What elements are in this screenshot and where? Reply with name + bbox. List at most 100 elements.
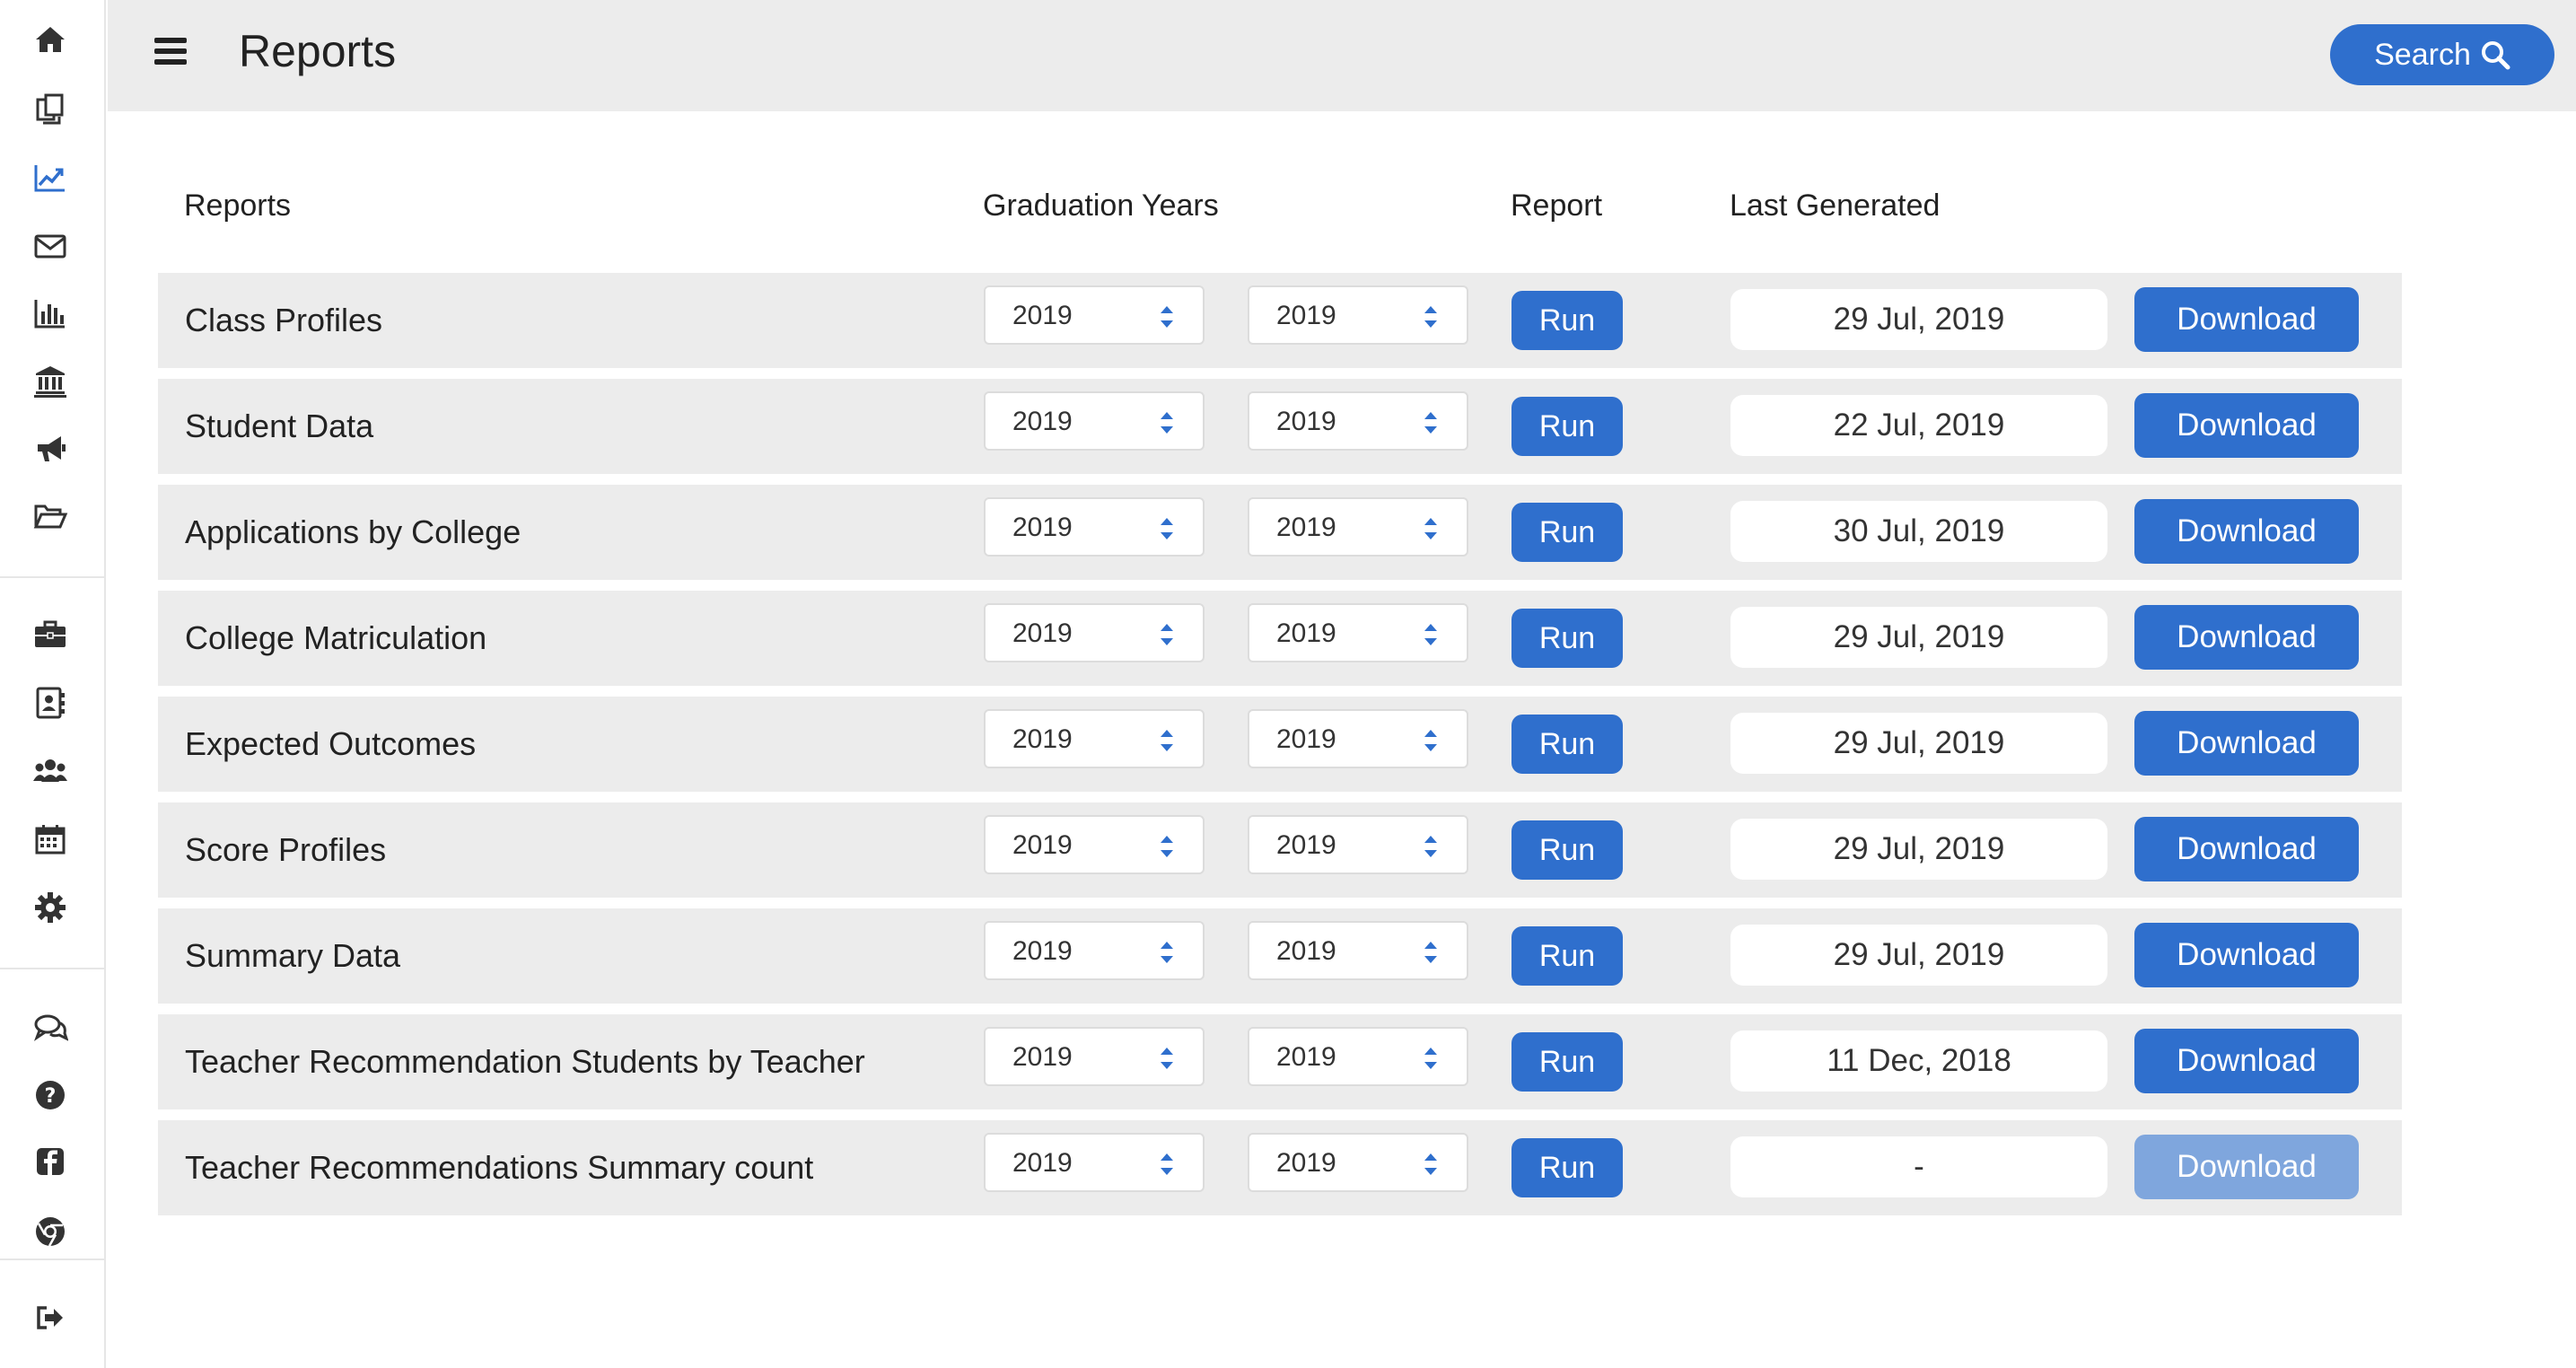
svg-text:?: ? <box>45 1085 57 1108</box>
calendar-icon[interactable] <box>27 816 74 863</box>
download-button[interactable]: Download <box>2134 287 2359 352</box>
download-button[interactable]: Download <box>2134 605 2359 670</box>
run-button[interactable]: Run <box>1511 820 1623 880</box>
download-button[interactable]: Download <box>2134 499 2359 564</box>
select-arrows-icon <box>1161 412 1173 434</box>
column-header-last-generated: Last Generated <box>1730 189 1941 223</box>
home-icon[interactable] <box>27 16 74 63</box>
table-row: Student Data 2019 2019 Run 22 Jul, 2019 Downl… <box>158 379 2402 474</box>
table-row: Expected Outcomes 2019 2019 Run 29 Jul, 2019… <box>158 697 2402 792</box>
select-arrows-icon <box>1161 1048 1173 1069</box>
graduation-year-from-select[interactable]: 2019 <box>984 603 1205 662</box>
select-arrows-icon <box>1424 412 1437 434</box>
last-generated-date: 29 Jul, 2019 <box>1730 819 2107 880</box>
graduation-year-to-select[interactable]: 2019 <box>1248 815 1468 874</box>
graduation-year-to-select[interactable]: 2019 <box>1248 497 1468 557</box>
selected-year: 2019 <box>1276 301 1336 330</box>
report-name: Score Profiles <box>185 831 387 868</box>
selected-year: 2019 <box>1276 724 1336 754</box>
run-button[interactable]: Run <box>1511 926 1623 986</box>
table-row: Class Profiles 2019 2019 Run 29 Jul, 2019 Dow… <box>158 273 2402 368</box>
bar-chart-icon[interactable] <box>27 290 74 337</box>
address-book-icon[interactable] <box>27 680 74 726</box>
selected-year: 2019 <box>1012 618 1073 648</box>
comments-icon[interactable] <box>27 1004 74 1051</box>
search-button[interactable]: Search <box>2330 24 2554 85</box>
bullhorn-icon[interactable] <box>27 425 74 472</box>
graduation-year-from-select[interactable]: 2019 <box>984 391 1205 451</box>
graduation-year-to-select[interactable]: 2019 <box>1248 1133 1468 1192</box>
briefcase-icon[interactable] <box>27 611 74 658</box>
chrome-icon[interactable] <box>27 1208 74 1255</box>
sign-out-icon[interactable] <box>27 1294 74 1341</box>
select-arrows-icon <box>1424 836 1437 857</box>
last-generated-date: 30 Jul, 2019 <box>1730 501 2107 562</box>
select-arrows-icon <box>1161 518 1173 539</box>
graduation-year-from-select[interactable]: 2019 <box>984 1133 1205 1192</box>
run-button[interactable]: Run <box>1511 715 1623 774</box>
select-arrows-icon <box>1161 306 1173 328</box>
select-arrows-icon <box>1161 730 1173 751</box>
question-circle-icon[interactable]: ? <box>27 1072 74 1118</box>
table-row: Applications by College 2019 2019 Run 30 Jul… <box>158 485 2402 580</box>
run-button[interactable]: Run <box>1511 291 1623 350</box>
run-button[interactable]: Run <box>1511 1032 1623 1092</box>
last-generated-date: 29 Jul, 2019 <box>1730 607 2107 668</box>
table-header: Reports Graduation Years Report Last Gen… <box>0 189 2576 242</box>
last-generated-date: - <box>1730 1136 2107 1197</box>
select-arrows-icon <box>1161 624 1173 645</box>
folder-open-icon[interactable] <box>27 494 74 540</box>
download-button[interactable]: Download <box>2134 923 2359 987</box>
graduation-year-from-select[interactable]: 2019 <box>984 1027 1205 1086</box>
column-header-reports: Reports <box>184 189 292 223</box>
institution-icon[interactable] <box>27 358 74 405</box>
selected-year: 2019 <box>1012 1148 1073 1178</box>
report-name: Class Profiles <box>185 302 383 338</box>
download-button[interactable]: Download <box>2134 1029 2359 1093</box>
report-name: Teacher Recommendation Students by Teach… <box>185 1043 865 1080</box>
last-generated-date: 11 Dec, 2018 <box>1730 1030 2107 1092</box>
selected-year: 2019 <box>1276 936 1336 966</box>
run-button[interactable]: Run <box>1511 503 1623 562</box>
graduation-year-to-select[interactable]: 2019 <box>1248 921 1468 980</box>
download-button[interactable]: Download <box>2134 817 2359 881</box>
table-row: Teacher Recommendation Students by Teach… <box>158 1014 2402 1109</box>
graduation-year-from-select[interactable]: 2019 <box>984 285 1205 345</box>
select-arrows-icon <box>1161 1153 1173 1175</box>
report-name: Applications by College <box>185 513 521 550</box>
report-name: Student Data <box>185 408 374 444</box>
graduation-year-to-select[interactable]: 2019 <box>1248 603 1468 662</box>
run-button[interactable]: Run <box>1511 609 1623 668</box>
graduation-year-from-select[interactable]: 2019 <box>984 815 1205 874</box>
selected-year: 2019 <box>1012 1042 1073 1072</box>
table-row: Summary Data 2019 2019 Run 29 Jul, 2019 Downl… <box>158 908 2402 1004</box>
select-arrows-icon <box>1161 836 1173 857</box>
graduation-year-from-select[interactable]: 2019 <box>984 497 1205 557</box>
table-row: Score Profiles 2019 2019 Run 29 Jul, 2019 Dow… <box>158 802 2402 898</box>
select-arrows-icon <box>1424 624 1437 645</box>
graduation-year-from-select[interactable]: 2019 <box>984 921 1205 980</box>
table-row: College Matriculation 2019 2019 Run 29 Jul, … <box>158 591 2402 686</box>
select-arrows-icon <box>1424 1153 1437 1175</box>
select-arrows-icon <box>1424 518 1437 539</box>
graduation-year-to-select[interactable]: 2019 <box>1248 285 1468 345</box>
selected-year: 2019 <box>1012 724 1073 754</box>
hamburger-menu-icon[interactable] <box>154 38 190 74</box>
download-button[interactable]: Download <box>2134 393 2359 458</box>
graduation-year-to-select[interactable]: 2019 <box>1248 709 1468 768</box>
selected-year: 2019 <box>1276 618 1336 648</box>
download-button[interactable]: Download <box>2134 1135 2359 1199</box>
documents-icon[interactable] <box>27 86 74 133</box>
selected-year: 2019 <box>1012 407 1073 436</box>
gear-icon[interactable] <box>27 884 74 931</box>
download-button[interactable]: Download <box>2134 711 2359 776</box>
select-arrows-icon <box>1424 306 1437 328</box>
graduation-year-from-select[interactable]: 2019 <box>984 709 1205 768</box>
graduation-year-to-select[interactable]: 2019 <box>1248 391 1468 451</box>
users-icon[interactable] <box>27 748 74 794</box>
selected-year: 2019 <box>1012 830 1073 860</box>
facebook-icon[interactable] <box>27 1138 74 1185</box>
run-button[interactable]: Run <box>1511 397 1623 456</box>
run-button[interactable]: Run <box>1511 1138 1623 1197</box>
graduation-year-to-select[interactable]: 2019 <box>1248 1027 1468 1086</box>
